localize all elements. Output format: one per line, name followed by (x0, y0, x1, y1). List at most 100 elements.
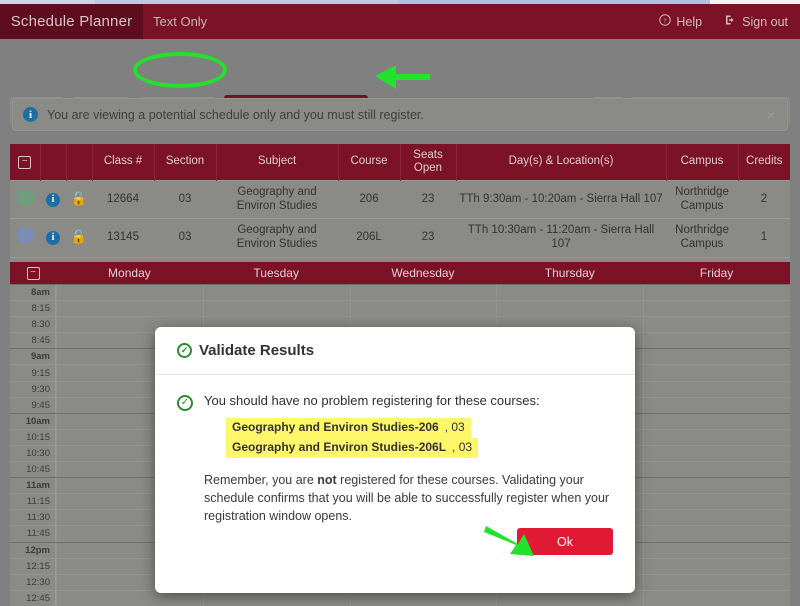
cell-credits: 1 (738, 218, 790, 258)
cell-campus: Northridge Campus (666, 179, 738, 219)
course-color-swatch (17, 228, 33, 244)
calendar-collapse-cell[interactable]: − (10, 262, 56, 284)
validated-course-name: Geography and Environ Studies-206 (229, 419, 442, 437)
calendar-time-label: 10am (10, 413, 56, 429)
course-lock-cell[interactable]: 🔓 (66, 218, 92, 258)
calendar-header-row: − Monday Tuesday Wednesday Thursday Frid… (10, 262, 790, 284)
top-navigation-bar: Schedule Planner Text Only ? Help Sign o… (0, 4, 800, 39)
calendar-cell-monday[interactable] (56, 285, 203, 301)
info-circle-icon[interactable]: i (46, 192, 60, 207)
course-lock-cell[interactable]: 🔓 (66, 179, 92, 219)
calendar-cell-thursday[interactable] (496, 590, 644, 606)
calendar-cell-friday[interactable] (643, 301, 790, 317)
calendar-cell-thursday[interactable] (496, 285, 644, 301)
validated-course-section: , 03 (449, 438, 476, 457)
header-seats-open: Seats Open (399, 144, 456, 181)
calendar-time-label: 8:30 (10, 317, 56, 333)
calendar-time-label: 8:45 (10, 333, 56, 349)
course-color-cell (10, 179, 40, 219)
page-root: Schedule Planner Text Only ? Help Sign o… (0, 0, 800, 606)
calendar-cell-friday[interactable] (643, 365, 790, 381)
calendar-cell-friday[interactable] (643, 317, 790, 333)
question-circle-icon: ? (659, 14, 672, 29)
calendar-cell-friday[interactable] (643, 510, 790, 526)
calendar-time-label: 11:45 (10, 526, 56, 542)
calendar-cell-friday[interactable] (643, 349, 790, 365)
calendar-cell-friday[interactable] (643, 333, 790, 349)
calendar-cell-monday[interactable] (56, 301, 203, 317)
calendar-time-row: 8am (10, 284, 790, 301)
calendar-cell-friday[interactable] (643, 574, 790, 590)
collapse-icon[interactable]: − (26, 266, 40, 280)
calendar-cell-friday[interactable] (643, 397, 790, 413)
text-only-link[interactable]: Text Only (153, 4, 207, 39)
calendar-day-tuesday: Tuesday (253, 266, 299, 280)
calendar-day-wednesday: Wednesday (391, 266, 455, 280)
info-circle-icon[interactable]: i (46, 231, 60, 246)
help-link[interactable]: ? Help (659, 14, 702, 29)
calendar-cell-friday[interactable] (643, 494, 790, 510)
validate-results-dialog: ✓ Validate Results ✓ You should have no … (155, 327, 635, 593)
calendar-time-label: 11am (10, 478, 56, 494)
alert-message: You are viewing a potential schedule onl… (47, 107, 424, 122)
calendar-cell-friday[interactable] (643, 590, 790, 606)
calendar-day-thursday: Thursday (544, 266, 595, 280)
header-class-number: Class # (91, 144, 154, 181)
header-lock-col (65, 144, 92, 181)
calendar-cell-friday[interactable] (643, 429, 790, 445)
check-circle-icon: ✓ (177, 343, 192, 358)
close-icon[interactable]: × (767, 107, 775, 123)
calendar-time-label: 11:15 (10, 494, 56, 510)
calendar-time-label: 8:15 (10, 301, 56, 317)
calendar-day-friday: Friday (699, 266, 734, 280)
validated-course-name: Geography and Environ Studies-206L (229, 438, 450, 457)
calendar-cell-wednesday[interactable] (349, 590, 497, 606)
header-course: Course (337, 144, 400, 181)
unlock-icon[interactable]: 🔓 (71, 229, 87, 244)
validated-course-section: , 03 (441, 419, 468, 437)
cell-days-locations: TTh 10:30am - 11:20am - Sierra Hall 107 (456, 218, 666, 258)
collapse-icon[interactable]: − (18, 155, 32, 169)
calendar-cell-friday[interactable] (643, 445, 790, 462)
calendar-time-label: 11:30 (10, 510, 56, 526)
calendar-cell-friday[interactable] (643, 285, 790, 301)
calendar-cell-thursday[interactable] (496, 301, 644, 317)
sign-out-link[interactable]: Sign out (724, 14, 788, 29)
calendar-time-label: 10:30 (10, 445, 56, 462)
calendar-cell-tuesday[interactable] (202, 285, 350, 301)
calendar-cell-friday[interactable] (643, 413, 790, 429)
sign-out-label: Sign out (742, 14, 788, 29)
calendar-cell-friday[interactable] (643, 478, 790, 494)
calendar-time-label: 8am (10, 285, 56, 301)
dialog-title: Validate Results (199, 342, 315, 359)
header-days-locations: Day(s) & Location(s) (455, 144, 666, 181)
cell-seats-open: 23 (400, 179, 456, 219)
calendar-time-label: 9:45 (10, 397, 56, 413)
calendar-cell-wednesday[interactable] (349, 285, 497, 301)
calendar-cell-friday[interactable] (643, 558, 790, 574)
calendar-cell-friday[interactable] (643, 462, 790, 478)
calendar-cell-monday[interactable] (56, 590, 203, 606)
calendar-cell-friday[interactable] (643, 381, 790, 397)
cell-section: 03 (154, 218, 216, 258)
info-alert-bar: i You are viewing a potential schedule o… (12, 98, 788, 131)
calendar-time-row: 8:15 (10, 300, 790, 317)
unlock-icon[interactable]: 🔓 (71, 191, 87, 206)
collapse-all-header[interactable]: − (10, 144, 40, 181)
list-item: Geography and Environ Studies-206, 03 (226, 418, 471, 438)
calendar-cell-tuesday[interactable] (202, 301, 350, 317)
header-credits: Credits (737, 144, 790, 181)
course-info-cell[interactable]: i (40, 218, 66, 258)
calendar-cell-friday[interactable] (643, 542, 790, 558)
cell-subject: Geography and Environ Studies (216, 218, 338, 258)
calendar-cell-friday[interactable] (643, 526, 790, 542)
dialog-body: ✓ You should have no problem registering… (155, 375, 635, 525)
annotation-arrow-ok (484, 526, 534, 556)
course-info-cell[interactable]: i (40, 179, 66, 219)
top-nav-right-group: ? Help Sign out (659, 4, 788, 39)
cell-credits: 2 (738, 179, 790, 219)
calendar-cell-wednesday[interactable] (349, 301, 497, 317)
calendar-cell-tuesday[interactable] (202, 590, 350, 606)
check-circle-icon: ✓ (177, 395, 193, 411)
table-row: i 🔓 13145 03 Geography and Environ Studi… (10, 218, 790, 258)
